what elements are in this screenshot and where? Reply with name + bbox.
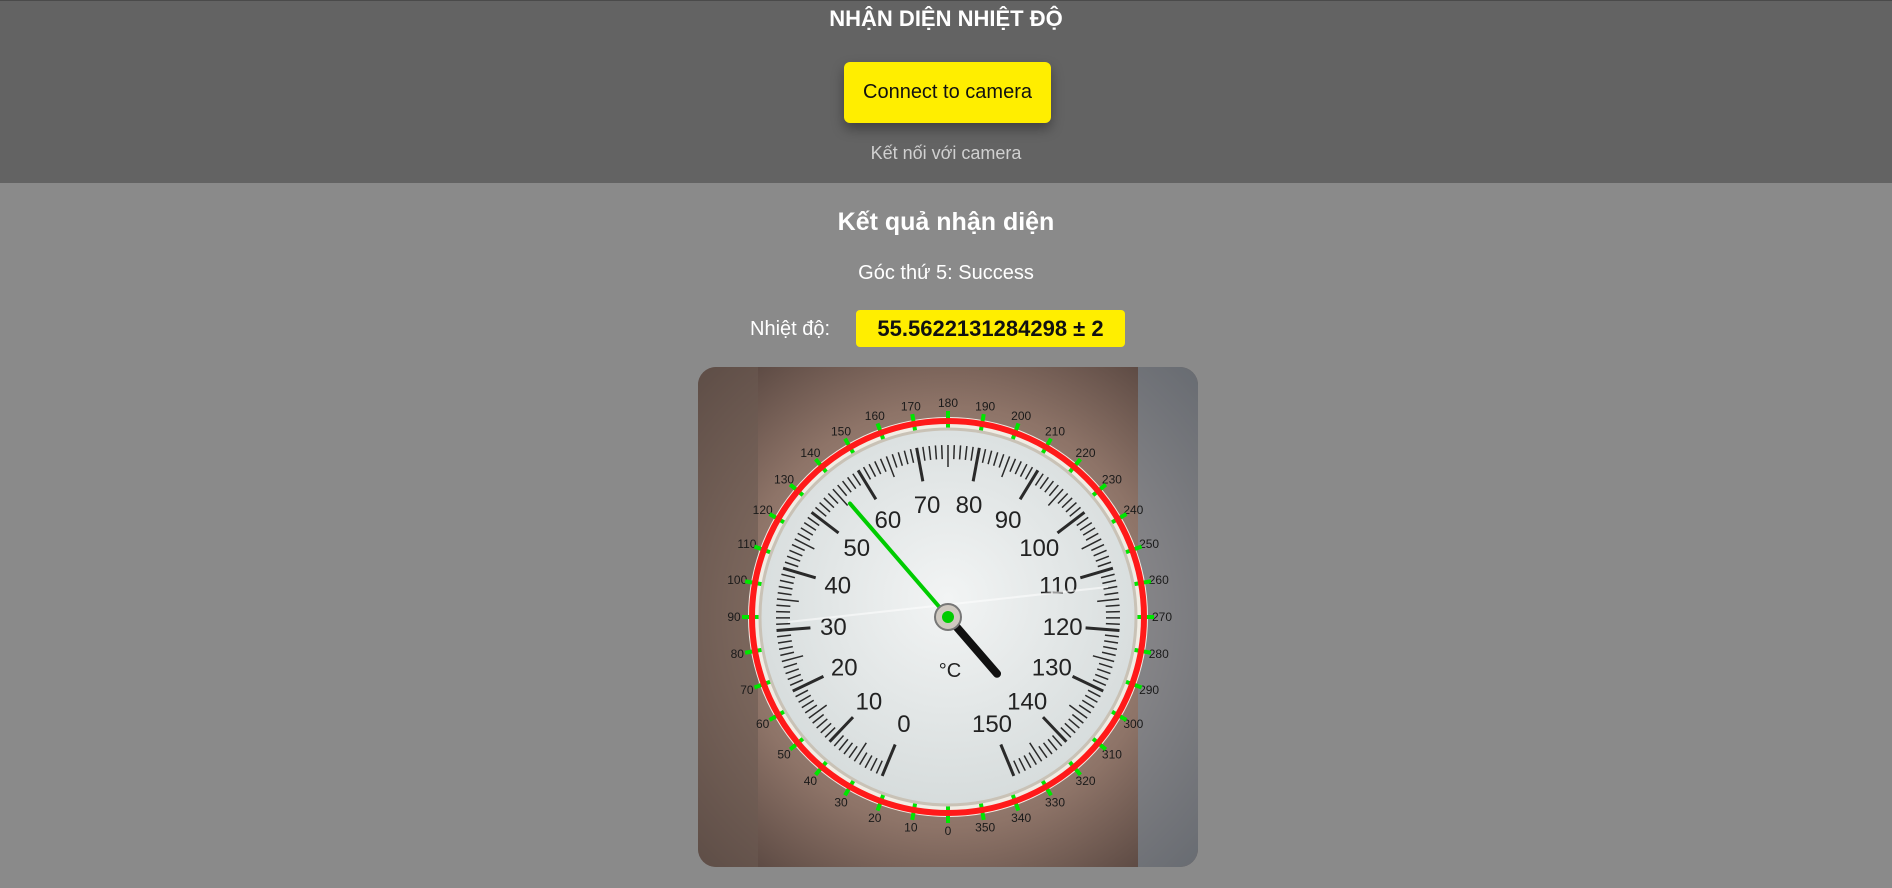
angle-label: 340 — [1011, 811, 1031, 825]
scale-label: 70 — [914, 492, 941, 519]
result-heading: Kết quả nhận diện — [837, 208, 1055, 236]
scale-label: 10 — [855, 688, 882, 715]
scale-tick — [934, 445, 938, 460]
angle-label: 80 — [731, 647, 745, 661]
scale-label: 130 — [1032, 655, 1072, 682]
scale-tick — [1105, 604, 1120, 608]
gauge-figure: 0102030405060708090100110120130140150160… — [698, 367, 1198, 867]
angle-label: 260 — [1149, 573, 1169, 587]
angle-label: 110 — [737, 537, 756, 551]
scale-tick — [940, 445, 943, 460]
angle-label: 0 — [945, 824, 952, 838]
angle-label: 170 — [901, 399, 921, 413]
angle-label: 140 — [800, 446, 820, 460]
angle-label: 160 — [865, 409, 885, 423]
angle-label: 220 — [1076, 446, 1096, 460]
scale-label: 60 — [875, 507, 902, 534]
angle-label: 60 — [756, 717, 770, 731]
scale-label: 0 — [897, 711, 910, 738]
scale-label: 50 — [843, 535, 870, 562]
scale-tick — [953, 445, 956, 460]
status-text: Góc thứ 5: Success — [858, 262, 1034, 284]
gauge-result-image: 0 10 20 30 40 50 60 70 80 90 100 110 120 130 140 150 160… — [698, 367, 1198, 867]
angle-label: 40 — [804, 774, 818, 788]
temperature-value: 55.5622131284298 ± 2 — [856, 310, 1125, 347]
angle-label: 210 — [1045, 425, 1065, 439]
connect-camera-button[interactable]: Connect to camera — [844, 62, 1051, 123]
scale-tick — [776, 622, 791, 625]
scale-label: 120 — [1043, 614, 1083, 641]
angle-label: 180 — [938, 396, 958, 410]
scale-tick — [776, 604, 791, 608]
scale-label: 110 — [1039, 572, 1077, 599]
scale-label: 80 — [956, 492, 983, 519]
angle-label: 270 — [1152, 610, 1172, 624]
angle-label: 320 — [1076, 774, 1096, 788]
scale-label: 40 — [824, 572, 851, 599]
connect-subtitle: Kết nối với camera — [870, 143, 1022, 163]
angle-label: 50 — [777, 748, 791, 762]
scale-tick — [1105, 622, 1120, 625]
scale-label: 100 — [1019, 535, 1059, 562]
angle-label: 20 — [868, 811, 882, 825]
page-title: NHẬN DIỆN NHIỆT ĐỘ — [829, 6, 1063, 31]
unit-label: °C — [939, 660, 961, 682]
angle-label: 100 — [727, 573, 747, 587]
angle-label: 280 — [1149, 647, 1169, 661]
angle-label: 30 — [834, 795, 848, 809]
temperature-label: Nhiệt độ: — [750, 318, 831, 340]
detected-center — [942, 611, 954, 623]
top-panel: NHẬN DIỆN NHIỆT ĐỘ Connect to camera Kết… — [0, 0, 1892, 183]
angle-label: 10 — [904, 821, 918, 835]
angle-label: 150 — [831, 425, 851, 439]
angle-label: 70 — [740, 683, 754, 697]
angle-label: 290 — [1139, 683, 1159, 697]
angle-label: 330 — [1045, 795, 1065, 809]
angle-label: 350 — [975, 821, 995, 835]
angle-label: 250 — [1139, 537, 1159, 551]
angle-label: 200 — [1011, 409, 1031, 423]
angle-label: 190 — [975, 399, 995, 413]
scale-label: 140 — [1007, 688, 1047, 715]
scale-label: 20 — [831, 655, 858, 682]
angle-label: 90 — [727, 610, 741, 624]
scale-tick — [958, 445, 962, 460]
scale-label: 150 — [972, 711, 1012, 738]
scale-label: 90 — [995, 507, 1022, 534]
